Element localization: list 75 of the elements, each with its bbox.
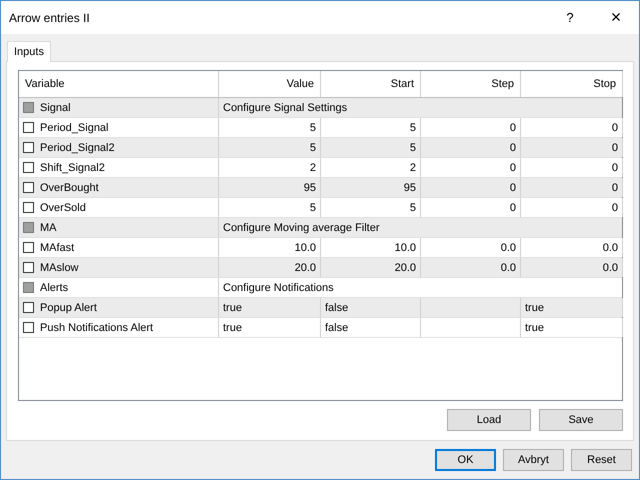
- checkbox[interactable]: [23, 102, 34, 113]
- variable-name: Period_Signal: [40, 122, 108, 134]
- table-cell[interactable]: 0.0: [500, 242, 516, 254]
- table-cell[interactable]: 0: [612, 122, 618, 134]
- variable-name: Signal: [40, 102, 71, 114]
- checkbox[interactable]: [23, 242, 34, 253]
- table-cell[interactable]: true: [223, 302, 242, 314]
- variable-name: OverSold: [40, 202, 86, 214]
- table-cell[interactable]: 5: [410, 142, 416, 154]
- dialog-button[interactable]: OK: [435, 449, 496, 471]
- table-cell[interactable]: 5: [310, 142, 316, 154]
- dialog-button[interactable]: Avbryt: [503, 449, 564, 471]
- table-cell[interactable]: true: [525, 322, 544, 334]
- table-cell[interactable]: 20.0: [294, 262, 316, 274]
- table-cell[interactable]: 0.0: [602, 242, 618, 254]
- checkbox[interactable]: [23, 162, 34, 173]
- table-cell[interactable]: 5: [310, 122, 316, 134]
- variable-name: Shift_Signal2: [40, 162, 105, 174]
- variable-name: Popup Alert: [40, 302, 97, 314]
- table-cell[interactable]: false: [325, 302, 348, 314]
- tab[interactable]: Inputs: [7, 41, 51, 62]
- table-cell[interactable]: 0.0: [602, 262, 618, 274]
- table-cell[interactable]: 0.0: [500, 262, 516, 274]
- table-cell[interactable]: 2: [410, 162, 416, 174]
- variable-name: Push Notifications Alert: [40, 322, 154, 334]
- table-cell[interactable]: 0: [510, 182, 516, 194]
- panel-button[interactable]: Save: [539, 409, 623, 431]
- table-cell[interactable]: 20.0: [394, 262, 416, 274]
- table-cell[interactable]: 0: [510, 202, 516, 214]
- close-button[interactable]: ×: [593, 2, 639, 34]
- group-description: Configure Signal Settings: [223, 102, 348, 114]
- table-cell[interactable]: false: [325, 322, 348, 334]
- table-cell[interactable]: 5: [310, 202, 316, 214]
- variable-name: MA: [40, 222, 56, 234]
- window-title: Arrow entries II: [9, 10, 91, 24]
- variable-name: Period_Signal2: [40, 142, 115, 154]
- table-cell[interactable]: 0: [612, 202, 618, 214]
- table-cell[interactable]: true: [525, 302, 544, 314]
- column-header[interactable]: Start: [321, 71, 421, 97]
- column-header[interactable]: Variable: [19, 71, 219, 97]
- table-cell[interactable]: 0: [612, 162, 618, 174]
- table-cell[interactable]: 0: [612, 182, 618, 194]
- variable-name: MAfast: [40, 242, 74, 254]
- checkbox[interactable]: [23, 262, 34, 273]
- checkbox[interactable]: [23, 322, 34, 333]
- dialog-button[interactable]: Reset: [571, 449, 632, 471]
- table-cell[interactable]: 10.0: [294, 242, 316, 254]
- table-cell[interactable]: true: [223, 322, 242, 334]
- variable-name: OverBought: [40, 182, 99, 194]
- checkbox[interactable]: [23, 302, 34, 313]
- panel-button[interactable]: Load: [447, 409, 531, 431]
- group-description: Configure Moving average Filter: [223, 222, 380, 234]
- checkbox[interactable]: [23, 122, 34, 133]
- column-header[interactable]: Stop: [521, 71, 623, 97]
- checkbox[interactable]: [23, 282, 34, 293]
- table-cell[interactable]: 0: [510, 142, 516, 154]
- variable-name: MAslow: [40, 262, 79, 274]
- table-cell[interactable]: 0: [510, 162, 516, 174]
- table-cell[interactable]: 0: [510, 122, 516, 134]
- checkbox[interactable]: [23, 142, 34, 153]
- checkbox[interactable]: [23, 202, 34, 213]
- table-cell[interactable]: 5: [410, 202, 416, 214]
- column-header[interactable]: Value: [219, 71, 321, 97]
- table-cell[interactable]: 5: [410, 122, 416, 134]
- checkbox[interactable]: [23, 222, 34, 233]
- column-header[interactable]: Step: [421, 71, 521, 97]
- table-cell[interactable]: 0: [612, 142, 618, 154]
- group-description: Configure Notifications: [223, 282, 334, 294]
- table-cell[interactable]: 95: [404, 182, 416, 194]
- table-cell[interactable]: 10.0: [394, 242, 416, 254]
- variable-name: Alerts: [40, 282, 68, 294]
- table-cell[interactable]: 95: [304, 182, 316, 194]
- help-button[interactable]: ?: [547, 2, 593, 34]
- table-cell[interactable]: 2: [310, 162, 316, 174]
- checkbox[interactable]: [23, 182, 34, 193]
